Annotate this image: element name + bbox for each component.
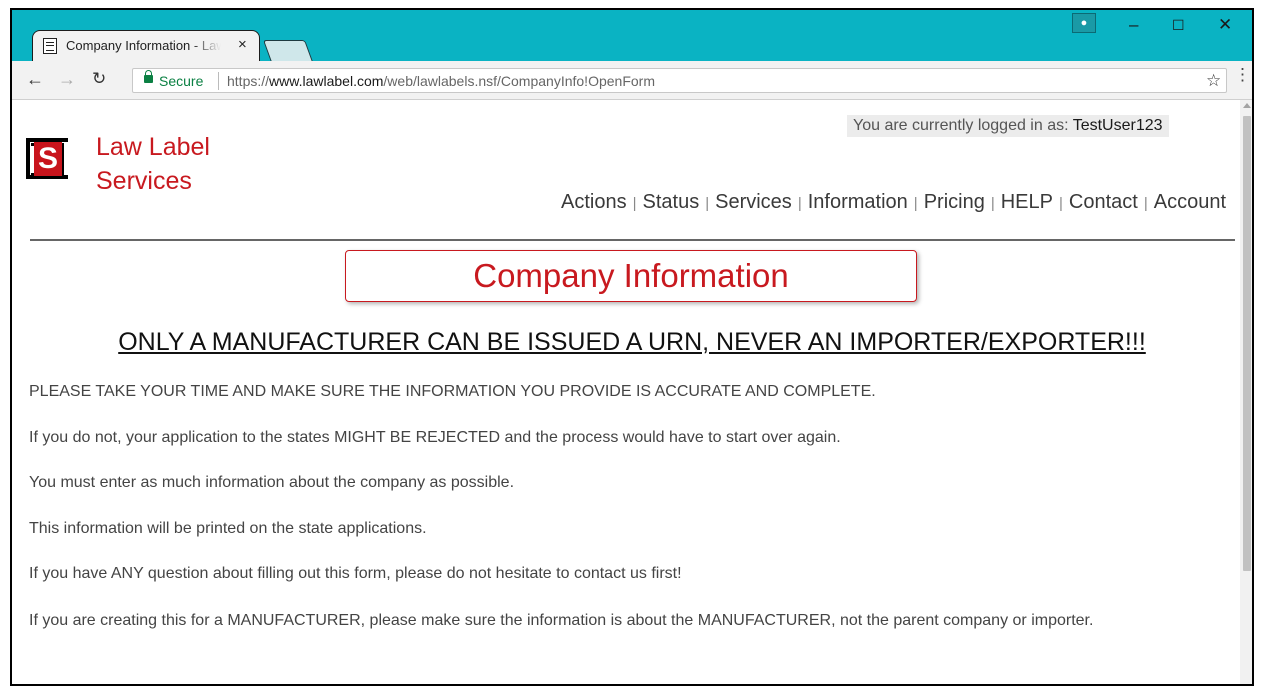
law-label-logo[interactable]: S: [26, 138, 68, 182]
manufacturer-warning: ONLY A MANUFACTURER CAN BE ISSUED A URN,…: [118, 328, 1146, 356]
new-tab-button[interactable]: [262, 40, 314, 62]
lock-icon: [144, 70, 153, 83]
nav-status[interactable]: Status: [643, 191, 700, 213]
username: TestUser123: [1072, 117, 1163, 134]
instruction-paragraph: If you have ANY question about filling o…: [29, 565, 682, 582]
instruction-paragraph: This information will be printed on the …: [29, 520, 427, 537]
bookmark-star-icon[interactable]: ☆: [1206, 71, 1221, 91]
profile-icon[interactable]: ●: [1072, 13, 1096, 33]
instruction-paragraph: If you do not, your application to the s…: [29, 429, 841, 446]
url-text[interactable]: https://www.lawlabel.com/web/lawlabels.n…: [227, 73, 655, 89]
nav-actions[interactable]: Actions: [561, 191, 627, 213]
instruction-paragraph: You must enter as much information about…: [29, 474, 515, 491]
nav-help[interactable]: HELP: [1001, 191, 1053, 213]
scrollbar-thumb[interactable]: [1243, 116, 1251, 571]
logged-in-status: You are currently logged in as: TestUser…: [847, 115, 1169, 137]
instruction-paragraph: If you are creating this for a MANUFACTU…: [29, 612, 1094, 629]
browser-toolbar: ← → ↻ Secure https://www.lawlabel.com/we…: [12, 61, 1252, 100]
page-title: Company Information: [345, 250, 917, 302]
vertical-scrollbar[interactable]: [1240, 100, 1252, 684]
page-icon: [43, 38, 57, 54]
secure-label: Secure: [159, 73, 204, 89]
minimize-icon[interactable]: –: [1129, 15, 1138, 35]
nav-account[interactable]: Account: [1154, 191, 1226, 213]
nav-information[interactable]: Information: [808, 191, 908, 213]
tab-title: Company Information - Law Label Services: [66, 38, 221, 53]
address-bar[interactable]: Secure https://www.lawlabel.com/web/lawl…: [132, 68, 1227, 93]
address-separator: [218, 72, 219, 90]
browser-window: Company Information - Law Label Services…: [10, 8, 1254, 686]
reload-icon[interactable]: ↻: [92, 69, 106, 89]
brand-name[interactable]: Law Label Services: [96, 130, 210, 198]
close-window-icon[interactable]: ✕: [1218, 15, 1232, 35]
back-icon[interactable]: ←: [26, 69, 44, 90]
forward-icon[interactable]: →: [58, 69, 76, 90]
nav-services[interactable]: Services: [715, 191, 792, 213]
instruction-paragraph: PLEASE TAKE YOUR TIME AND MAKE SURE THE …: [29, 383, 876, 400]
page-content: S Law Label Services You are currently l…: [12, 100, 1235, 684]
nav-pricing[interactable]: Pricing: [924, 191, 985, 213]
close-tab-icon[interactable]: ×: [238, 36, 247, 53]
maximize-icon[interactable]: ☐: [1172, 17, 1185, 34]
browser-tab[interactable]: Company Information - Law Label Services…: [32, 30, 260, 61]
main-nav: Actions | Status | Services | Information | Pric…: [561, 191, 1226, 213]
nav-contact[interactable]: Contact: [1069, 191, 1138, 213]
title-bar: Company Information - Law Label Services…: [12, 10, 1252, 62]
menu-kebab-icon[interactable]: ⋮: [1234, 66, 1251, 83]
header-divider: [30, 239, 1235, 241]
scroll-up-icon[interactable]: [1243, 103, 1251, 108]
